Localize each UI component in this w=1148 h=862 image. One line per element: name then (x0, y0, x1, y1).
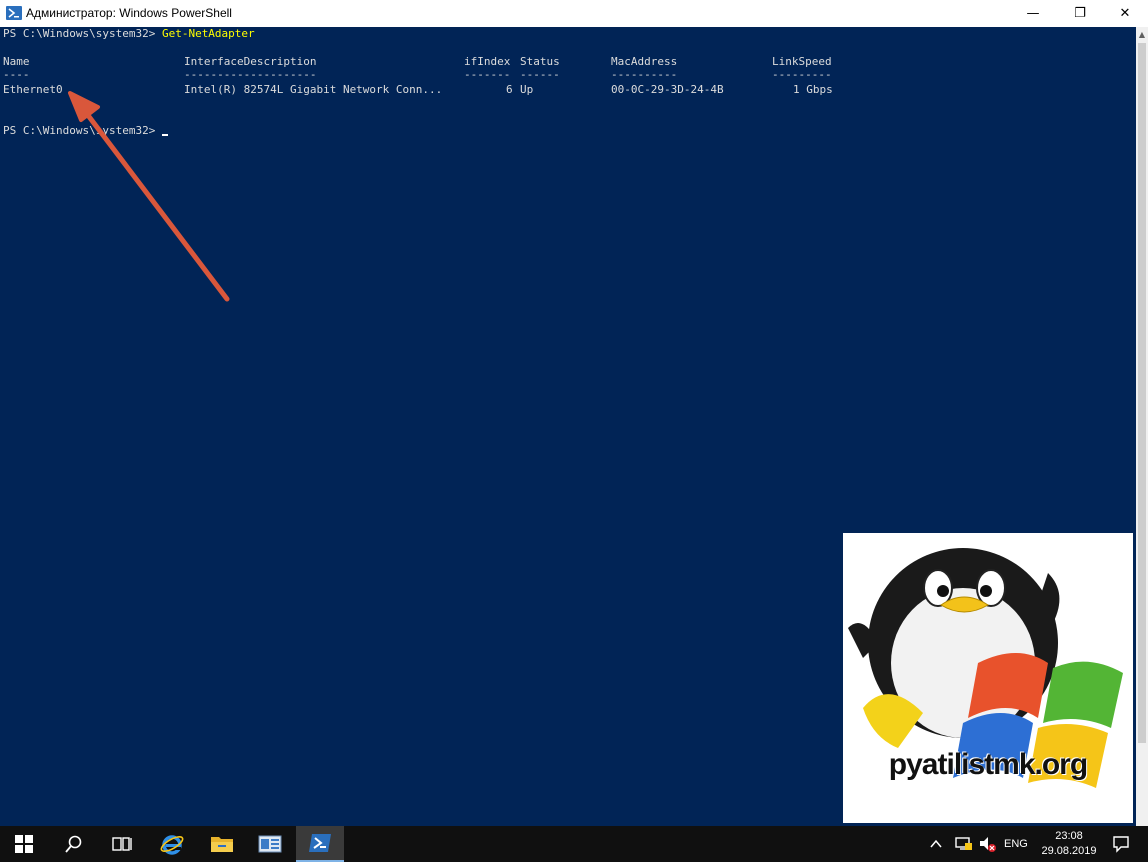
prompt-line[interactable]: PS C:\Windows\system32> (3, 124, 168, 138)
search-icon (65, 835, 82, 853)
file-explorer-icon (211, 837, 233, 852)
separator-linkspeed: --------- (772, 68, 832, 81)
taskbar-server-manager[interactable] (246, 826, 294, 862)
separator-interface-description: -------------------- (184, 68, 317, 81)
minimize-button[interactable]: — (1010, 0, 1056, 27)
taskbar-internet-explorer[interactable] (148, 826, 196, 862)
logo-text: pyatilistmk.org (888, 748, 1088, 781)
notification-icon (1113, 836, 1129, 853)
window-title: Администратор: Windows PowerShell (26, 6, 232, 20)
network-icon (955, 837, 972, 850)
separator-ifindex: ------- (464, 68, 511, 81)
site-logo: pyatilistmk.org (843, 533, 1133, 823)
scrollbar-thumb[interactable] (1138, 43, 1146, 743)
clock-date: 29.08.2019 (1041, 845, 1097, 857)
server-manager-icon (258, 835, 282, 853)
tray-volume[interactable] (978, 826, 998, 862)
header-ifindex: ifIndex (464, 55, 511, 68)
cell-name: Ethernet0 (3, 83, 63, 96)
powershell-icon (6, 6, 22, 20)
separator-macaddress: ---------- (611, 68, 678, 81)
prompt-text: PS C:\Windows\system32> (3, 124, 162, 137)
command-line: PS C:\Windows\system32> Get-NetAdapter (3, 27, 255, 41)
volume-muted-icon (980, 837, 996, 852)
command-text: Get-NetAdapter (161, 27, 255, 40)
powershell-icon (309, 834, 331, 852)
separator-name: ---- (3, 68, 30, 81)
task-view-button[interactable] (98, 826, 146, 862)
header-linkspeed: LinkSpeed (772, 55, 832, 68)
header-macaddress: MacAddress (611, 55, 678, 68)
cell-interface-description: Intel(R) 82574L Gigabit Network Conn... (184, 83, 443, 96)
title-bar[interactable]: Администратор: Windows PowerShell — ❐ ✕ (0, 0, 1148, 28)
search-button[interactable] (50, 826, 98, 862)
action-center-button[interactable] (1112, 826, 1130, 862)
cell-linkspeed: 1 Gbps (793, 83, 833, 96)
cell-status: Up (520, 83, 534, 96)
tray-network[interactable] (954, 826, 974, 862)
header-interface-description: InterfaceDescription (184, 55, 317, 68)
windows-start-icon (15, 835, 33, 853)
prompt-text: PS C:\Windows\system32> (3, 27, 162, 40)
tray-language[interactable]: ENG (1004, 826, 1028, 862)
separator-status: ------ (520, 68, 560, 81)
taskbar-file-explorer[interactable] (198, 826, 246, 862)
scroll-up-icon[interactable]: ▲ (1136, 27, 1148, 41)
task-view-icon (112, 837, 132, 851)
header-status: Status (520, 55, 560, 68)
tray-clock[interactable]: 23:08 29.08.2019 (1034, 829, 1104, 859)
cell-ifindex: 6 (506, 83, 513, 96)
text-cursor (161, 134, 168, 136)
clock-time: 23:08 (1055, 830, 1083, 842)
start-button[interactable] (0, 826, 48, 862)
internet-explorer-icon (160, 835, 184, 855)
cell-macaddress: 00-0C-29-3D-24-4B (611, 83, 724, 96)
chevron-up-icon (930, 839, 942, 848)
taskbar: ENG 23:08 29.08.2019 (0, 826, 1148, 862)
header-name: Name (3, 55, 30, 68)
close-button[interactable]: ✕ (1102, 0, 1148, 27)
taskbar-powershell[interactable] (296, 826, 344, 862)
maximize-button[interactable]: ❐ (1057, 0, 1103, 27)
tray-show-hidden[interactable] (930, 826, 942, 862)
